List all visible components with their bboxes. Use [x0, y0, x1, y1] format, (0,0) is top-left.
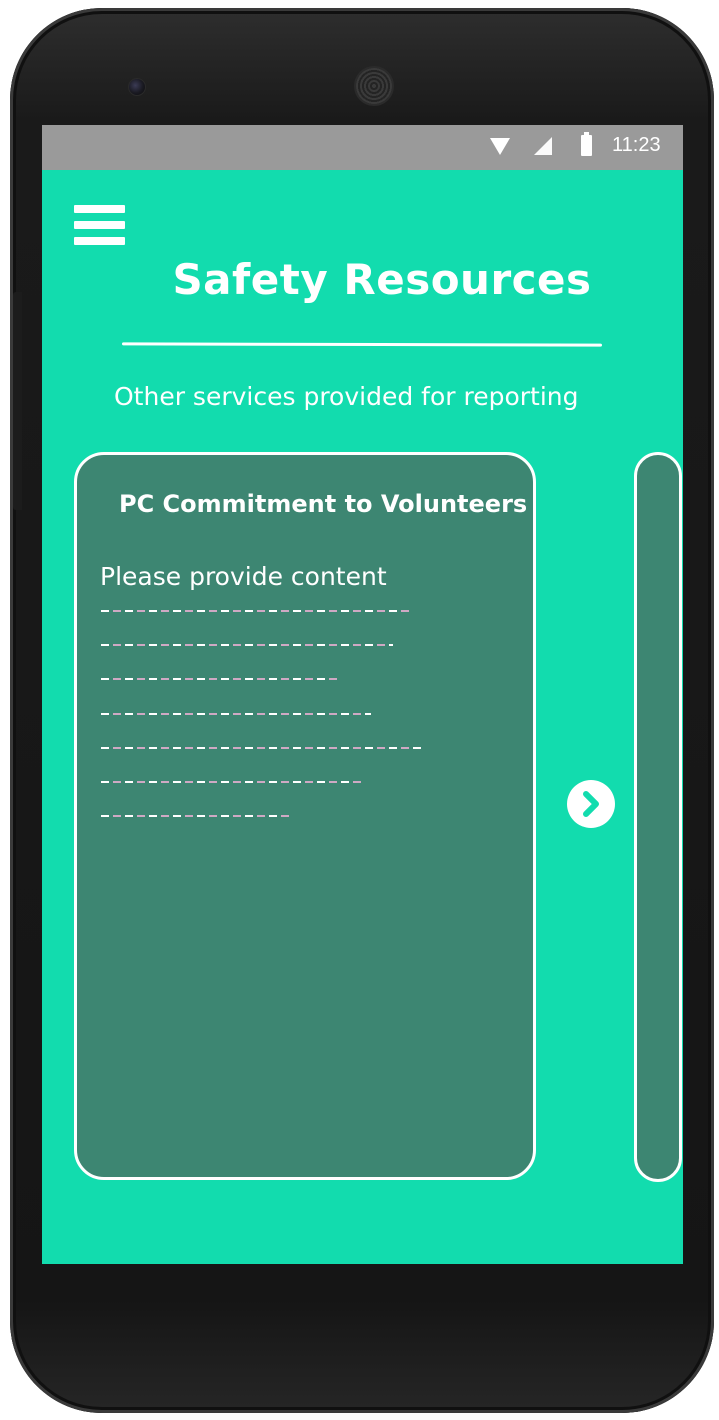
placeholder-line: [101, 747, 423, 749]
chevron-right-icon: [583, 791, 599, 817]
wifi-icon: [490, 138, 510, 155]
status-bar: 11:23: [42, 125, 683, 170]
resource-card[interactable]: PC Commitment to Volunteers Please provi…: [74, 452, 536, 1180]
app-screen: 11:23 Safety Resources Other services pr…: [42, 125, 683, 1264]
placeholder-line: [101, 678, 341, 680]
hamburger-menu-icon[interactable]: [74, 203, 126, 247]
title-divider: [121, 342, 603, 347]
placeholder-line: [101, 644, 393, 646]
page-title: Safety Resources: [172, 255, 592, 304]
placeholder-line: [101, 610, 413, 612]
next-card-button[interactable]: [567, 780, 615, 828]
placeholder-line: [101, 713, 371, 715]
front-camera: [128, 78, 146, 96]
page-subtitle: Other services provided for reporting: [114, 382, 579, 411]
status-time: 11:23: [612, 134, 661, 156]
earpiece-speaker: [354, 66, 394, 106]
menu-bar-middle: [74, 221, 125, 229]
card-content-prompt: Please provide content: [100, 562, 387, 591]
battery-icon: [581, 132, 592, 156]
side-power-button: [13, 292, 22, 510]
menu-bar-bottom: [74, 237, 125, 245]
next-card-preview[interactable]: [634, 452, 682, 1182]
placeholder-line: [101, 815, 289, 817]
placeholder-line: [101, 781, 361, 783]
signal-icon: [534, 137, 552, 155]
menu-bar-top: [74, 205, 125, 213]
card-title: PC Commitment to Volunteers: [119, 490, 528, 518]
